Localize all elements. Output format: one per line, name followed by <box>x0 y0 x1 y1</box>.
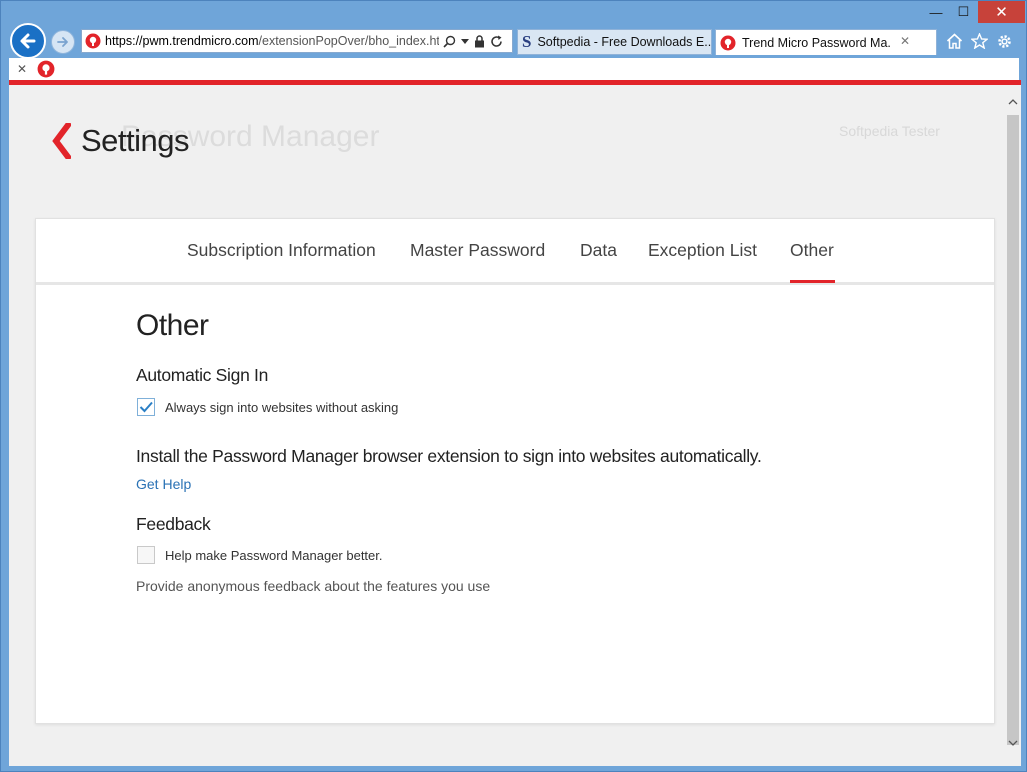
url-text[interactable]: https://pwm.trendmicro.com/extensionPopO… <box>105 34 439 48</box>
close-toolbar-icon[interactable]: ✕ <box>17 62 27 76</box>
url-path: /extensionPopOver/bho_index.htm <box>258 34 439 48</box>
forward-button[interactable] <box>51 30 75 54</box>
maximize-button[interactable]: ☐ <box>950 1 977 23</box>
tab-trend-micro[interactable]: Trend Micro Password Ma... ✕ <box>715 29 937 55</box>
settings-panel: Subscription Information Master Password… <box>35 218 995 724</box>
navigation-bar: https://pwm.trendmicro.com/extensionPopO… <box>1 21 1026 59</box>
scroll-down-icon[interactable] <box>1007 736 1019 750</box>
trendmicro-toolbar-icon[interactable] <box>37 60 55 78</box>
minimize-button[interactable]: — <box>922 1 950 23</box>
close-tab-icon[interactable]: ✕ <box>900 34 910 48</box>
feedback-label[interactable]: Help make Password Manager better. <box>165 548 383 563</box>
scroll-thumb[interactable] <box>1007 115 1019 745</box>
auto-sign-in-checkbox[interactable] <box>137 398 155 416</box>
favorites-star-icon[interactable] <box>970 32 988 50</box>
browser-window: — ☐ ✕ https://pwm.trendmicro.com/extensi… <box>0 0 1027 772</box>
gear-icon[interactable] <box>995 32 1013 50</box>
checkmark-icon <box>139 401 153 413</box>
search-icon[interactable] <box>443 35 456 48</box>
address-bar[interactable]: https://pwm.trendmicro.com/extensionPopO… <box>81 29 513 53</box>
trendmicro-favicon-icon <box>85 33 101 49</box>
settings-tabs: Subscription Information Master Password… <box>36 219 994 285</box>
background-user-name: Softpedia Tester <box>839 123 940 139</box>
scroll-up-icon[interactable] <box>1007 95 1019 109</box>
page-content: Password Manager Softpedia Tester Settin… <box>9 80 1021 766</box>
get-help-link[interactable]: Get Help <box>136 476 191 492</box>
section-title: Other <box>136 309 209 342</box>
active-tab-indicator <box>790 280 835 283</box>
lock-icon[interactable] <box>474 34 485 48</box>
tab-subscription-information[interactable]: Subscription Information <box>187 240 376 261</box>
tab-label: Trend Micro Password Ma... <box>742 35 892 50</box>
url-domain: pwm.trendmicro.com <box>142 34 259 48</box>
trendmicro-favicon-icon <box>720 35 736 50</box>
close-window-button[interactable]: ✕ <box>978 1 1025 23</box>
back-button[interactable] <box>10 23 46 59</box>
refresh-icon[interactable] <box>490 35 503 48</box>
tab-master-password[interactable]: Master Password <box>410 240 545 261</box>
softpedia-favicon-icon: S <box>522 32 532 51</box>
tab-other[interactable]: Other <box>790 240 834 261</box>
feedback-heading: Feedback <box>136 514 211 534</box>
page-header: Settings <box>51 123 190 159</box>
dropdown-arrow-icon[interactable] <box>461 37 469 45</box>
page-title: Settings <box>81 123 190 158</box>
vertical-scrollbar[interactable] <box>1005 85 1021 766</box>
back-chevron-icon[interactable] <box>51 123 71 159</box>
arrow-right-icon <box>57 37 68 47</box>
arrow-left-icon <box>20 33 36 49</box>
feedback-description: Provide anonymous feedback about the fea… <box>136 578 491 594</box>
extension-toolbar: ✕ <box>9 58 1019 80</box>
auto-sign-in-label[interactable]: Always sign into websites without asking <box>165 400 398 415</box>
install-extension-text: Install the Password Manager browser ext… <box>136 446 762 466</box>
feedback-checkbox[interactable] <box>137 546 155 564</box>
home-icon[interactable] <box>945 32 963 50</box>
tab-data[interactable]: Data <box>580 240 617 261</box>
tab-softpedia[interactable]: S Softpedia - Free Downloads E... <box>517 29 712 55</box>
auto-sign-in-heading: Automatic Sign In <box>136 365 269 385</box>
url-scheme: https:// <box>105 34 143 48</box>
tab-label: Softpedia - Free Downloads E... <box>537 35 712 49</box>
tab-exception-list[interactable]: Exception List <box>648 240 757 261</box>
